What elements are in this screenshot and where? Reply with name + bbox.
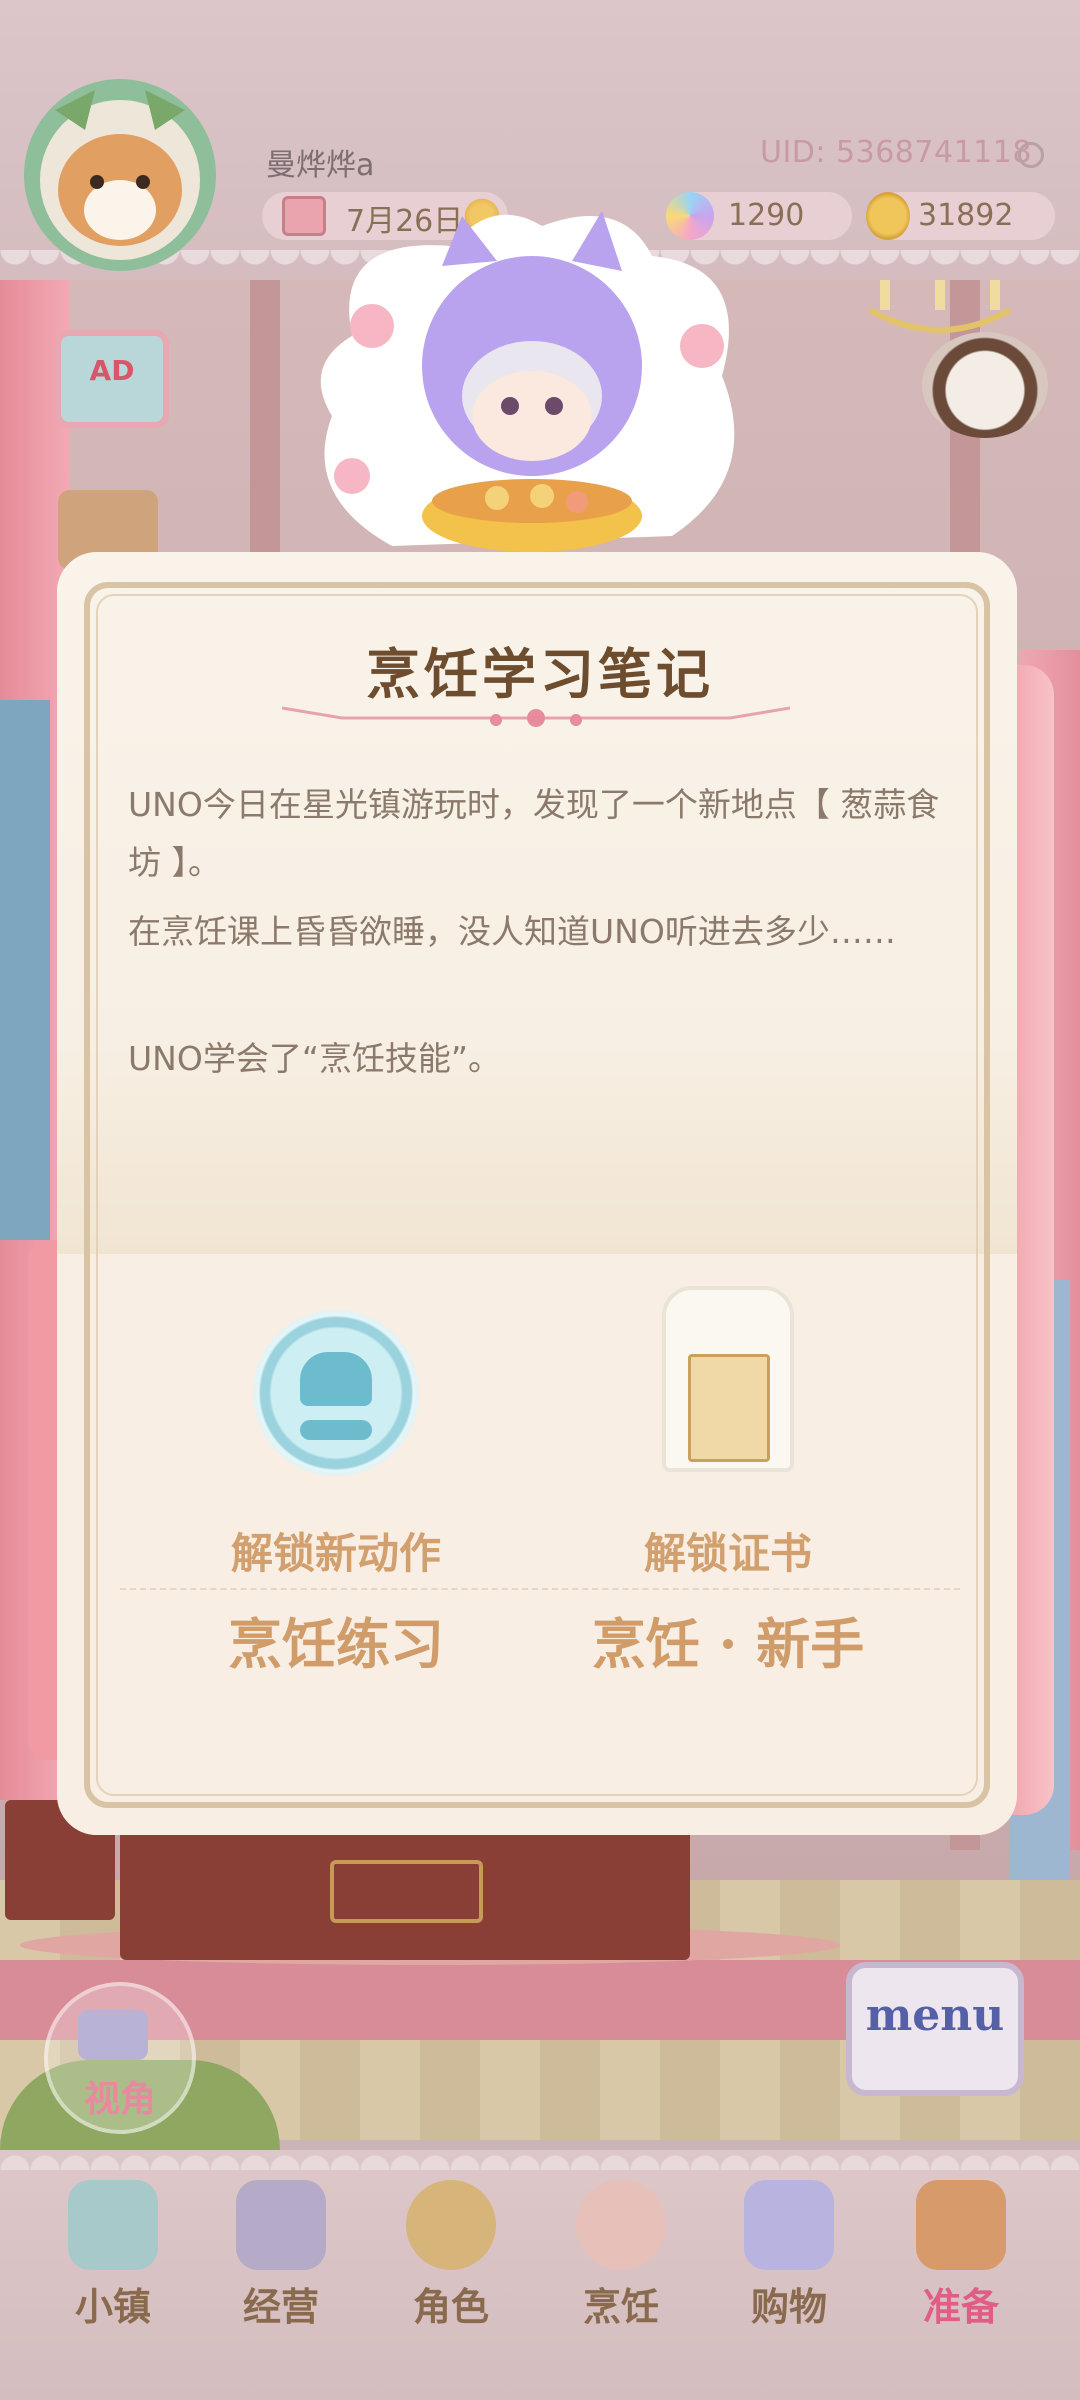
nav-item-cooking[interactable]: 烹饪 <box>536 2180 706 2330</box>
cabinet-panel <box>330 1860 483 1923</box>
nav-item-shopping[interactable]: 购物 <box>704 2180 874 2330</box>
note-paragraph: 在烹饪课上昏昏欲睡，没人知道UNO听进去多少…… <box>128 912 896 951</box>
nav-lace-trim <box>0 2150 1080 2170</box>
nav-item-town[interactable]: 小镇 <box>28 2180 198 2330</box>
note-paragraph: UNO学会了“烹饪技能”。 <box>128 1039 502 1078</box>
nav-label: 角色 <box>412 2285 489 2329</box>
cat-chat-button[interactable] <box>922 332 1048 438</box>
nav-label: 购物 <box>750 2285 827 2329</box>
sandwich-icon <box>576 2180 666 2270</box>
unlock-certificate-label: 解锁证书 <box>643 1529 812 1578</box>
shopping-bag-icon <box>744 2180 834 2270</box>
nav-label: 烹饪 <box>582 2285 659 2329</box>
basket-icon <box>916 2180 1006 2270</box>
ad-button[interactable]: AD <box>55 330 169 428</box>
unlock-certificate-value: 烹饪 · 新手 <box>591 1612 865 1676</box>
window-left <box>0 700 50 1240</box>
nav-label: 小镇 <box>74 2285 151 2329</box>
unlock-action-value: 烹饪练习 <box>228 1612 444 1676</box>
bag-lock-icon <box>236 2180 326 2270</box>
nav-item-prepare[interactable]: 准备 <box>876 2180 1046 2330</box>
nav-label: 准备 <box>922 2285 999 2329</box>
unlock-divider <box>120 1588 960 1590</box>
copy-icon[interactable] <box>1018 142 1044 168</box>
map-icon <box>68 2180 158 2270</box>
modal-title: 烹饪学习笔记 <box>366 642 714 706</box>
camera-view-label: 视角 <box>83 2079 156 2120</box>
player-uid: UID: 5368741118 <box>760 135 1032 170</box>
character-icon <box>406 2180 496 2270</box>
cooking-character-sticker <box>320 211 735 552</box>
chef-hat-icon <box>300 1352 372 1406</box>
coin-icon <box>866 192 910 240</box>
coin-count: 31892 <box>918 198 1014 233</box>
nav-label: 经营 <box>242 2285 319 2329</box>
nav-item-character[interactable]: 角色 <box>366 2180 536 2330</box>
nav-item-business[interactable]: 经营 <box>196 2180 366 2330</box>
menu-label: menu <box>865 1990 1005 2041</box>
note-paragraph: UNO今日在星光镇游玩时，发现了一个新地点【 葱蒜食坊 】。 <box>128 785 940 882</box>
ad-label: AD <box>89 354 135 387</box>
player-avatar[interactable] <box>15 70 225 280</box>
title-ribbon-decoration <box>282 706 790 727</box>
certificate-emblem-icon <box>688 1354 770 1462</box>
crossed-utensils-icon <box>300 1420 372 1440</box>
video-camera-icon <box>78 2010 148 2060</box>
player-name: 曼烨烨a <box>266 148 375 183</box>
unlock-action-label: 解锁新动作 <box>230 1529 441 1578</box>
